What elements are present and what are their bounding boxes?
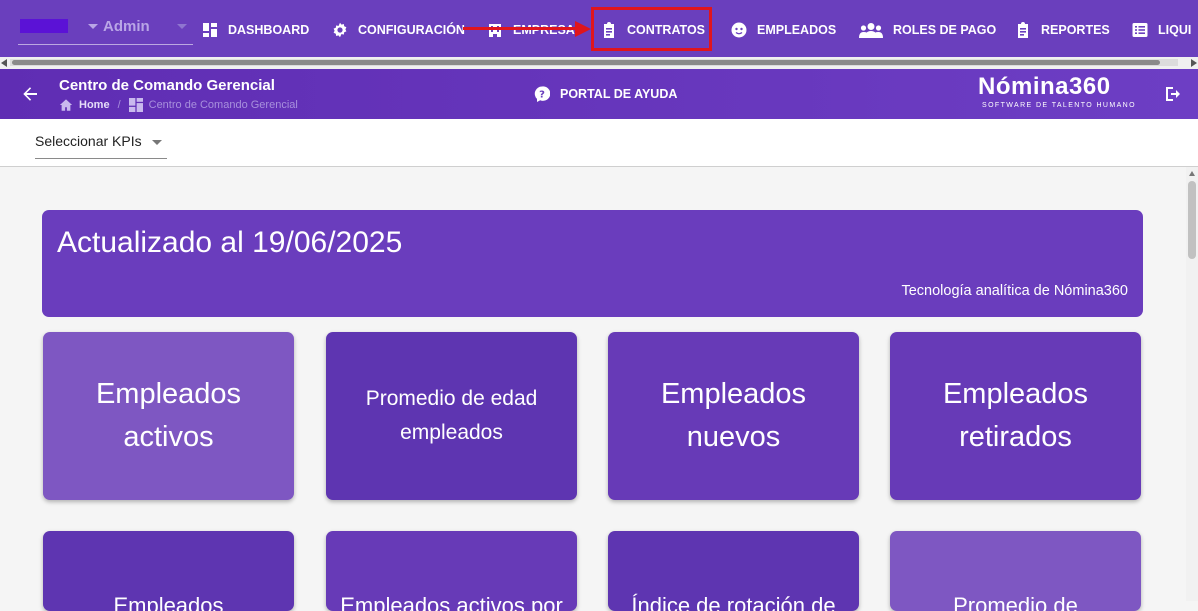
logo-tagline: SOFTWARE DE TALENTO HUMANO	[982, 102, 1136, 109]
nav-dashboard[interactable]: DASHBOARD	[202, 18, 309, 42]
update-banner: Actualizado al 19/06/2025 Tecnología ana…	[42, 210, 1143, 317]
kpi-card-empleados-retirados[interactable]: Empleados retirados	[890, 332, 1141, 500]
top-navbar: Admin DASHBOARD CONFIGURACIÓN EMPRESA CO…	[0, 0, 1198, 57]
kpi-card-label: Promedio de edad empleados	[365, 387, 538, 444]
kpi-card-row2-1[interactable]: Empleados	[43, 531, 294, 611]
kpi-card-row2-2[interactable]: Empleados activos por	[326, 531, 577, 611]
page-header: Centro de Comando Gerencial Home / Centr…	[0, 69, 1198, 119]
kpi-card-empleados-activos[interactable]: Empleados activos	[43, 332, 294, 500]
nav-configuracion-label: CONFIGURACIÓN	[358, 23, 465, 37]
kpi-select[interactable]: Seleccionar KPIs	[35, 132, 167, 159]
breadcrumb-home[interactable]: Home	[79, 99, 110, 111]
kpi-card-label: Índice de rotación de	[631, 593, 836, 611]
users-group-icon	[859, 22, 883, 38]
kpi-card-row2-4[interactable]: Promedio de	[890, 531, 1141, 611]
scroll-left-arrow-icon[interactable]	[1, 59, 7, 67]
kpi-select-label: Seleccionar KPIs	[35, 133, 142, 149]
report-clipboard-icon	[1015, 22, 1031, 38]
chevron-down-icon	[88, 24, 98, 29]
nav-roles-de-pago-label: ROLES DE PAGO	[893, 23, 997, 37]
arrow-left-icon	[23, 87, 37, 101]
scroll-right-arrow-icon[interactable]	[1191, 59, 1197, 67]
kpi-toolbar: Seleccionar KPIs	[0, 119, 1198, 167]
kpi-card-label: Empleados activos por	[340, 593, 563, 611]
svg-text:?: ?	[539, 90, 545, 101]
breadcrumb: Home / Centro de Comando Gerencial	[59, 97, 298, 113]
nav-liquidaciones-label: LIQUI	[1158, 23, 1192, 37]
scrollbar-thumb[interactable]	[12, 60, 1160, 65]
kpi-card-label: Empleados retirados	[942, 378, 1089, 453]
kpi-card-label: Promedio de	[953, 593, 1078, 611]
building-icon	[487, 22, 503, 38]
logout-icon	[1166, 87, 1180, 101]
logo: Nómina360	[978, 73, 1111, 100]
dashboard-icon	[128, 98, 143, 112]
list-icon	[1132, 22, 1148, 38]
nav-empleados-label: EMPLEADOS	[757, 23, 837, 37]
nav-dashboard-label: DASHBOARD	[228, 23, 310, 37]
banner-title: Actualizado al 19/06/2025	[57, 226, 403, 259]
kpi-card-row2-3[interactable]: Índice de rotación de	[608, 531, 859, 611]
kpi-card-empleados-nuevos[interactable]: Empleados nuevos	[608, 332, 859, 500]
kpi-card-promedio-edad[interactable]: Promedio de edad empleados	[326, 332, 577, 500]
logout-button[interactable]	[1163, 84, 1183, 104]
nav-reportes-label: REPORTES	[1041, 23, 1110, 37]
user-select[interactable]: Admin	[18, 17, 193, 45]
horizontal-scrollbar[interactable]	[0, 57, 1198, 69]
nav-configuracion[interactable]: CONFIGURACIÓN	[332, 18, 465, 42]
chevron-down-icon	[177, 24, 187, 29]
kpi-card-label: Empleados activos	[95, 378, 242, 453]
nav-empresa[interactable]: EMPRESA	[487, 18, 575, 42]
nav-reportes[interactable]: REPORTES	[1015, 18, 1110, 42]
nav-roles-de-pago[interactable]: ROLES DE PAGO	[859, 18, 996, 42]
help-portal-link[interactable]: ? PORTAL DE AYUDA	[534, 86, 677, 102]
help-icon: ?	[534, 86, 550, 102]
scrollbar-thumb[interactable]	[1188, 181, 1196, 259]
gear-icon	[332, 22, 348, 38]
annotation-arrow-head	[575, 21, 591, 37]
chevron-down-icon	[152, 140, 162, 145]
annotation-arrow-shaft	[463, 27, 578, 30]
back-button[interactable]	[20, 84, 40, 104]
user-role-label: Admin	[103, 18, 150, 35]
kpi-card-label: Empleados nuevos	[660, 378, 807, 453]
nav-empleados[interactable]: EMPLEADOS	[731, 18, 836, 42]
annotation-highlight-box	[591, 7, 712, 51]
banner-subtitle: Tecnología analítica de Nómina360	[901, 283, 1128, 299]
nav-liquidaciones[interactable]: LIQUI	[1132, 18, 1191, 42]
page-title: Centro de Comando Gerencial	[59, 77, 275, 94]
dashboard-icon	[202, 22, 218, 38]
breadcrumb-current: Centro de Comando Gerencial	[148, 99, 298, 111]
nav-empresa-label: EMPRESA	[513, 23, 575, 37]
employee-face-icon	[731, 22, 747, 38]
help-portal-label: PORTAL DE AYUDA	[560, 87, 678, 101]
breadcrumb-separator: /	[117, 99, 121, 111]
kpi-card-label: Empleados	[113, 593, 224, 611]
user-name-redacted	[20, 19, 68, 33]
scroll-up-arrow-icon[interactable]	[1189, 171, 1195, 176]
vertical-scrollbar[interactable]	[1186, 167, 1198, 601]
home-icon	[59, 99, 73, 111]
